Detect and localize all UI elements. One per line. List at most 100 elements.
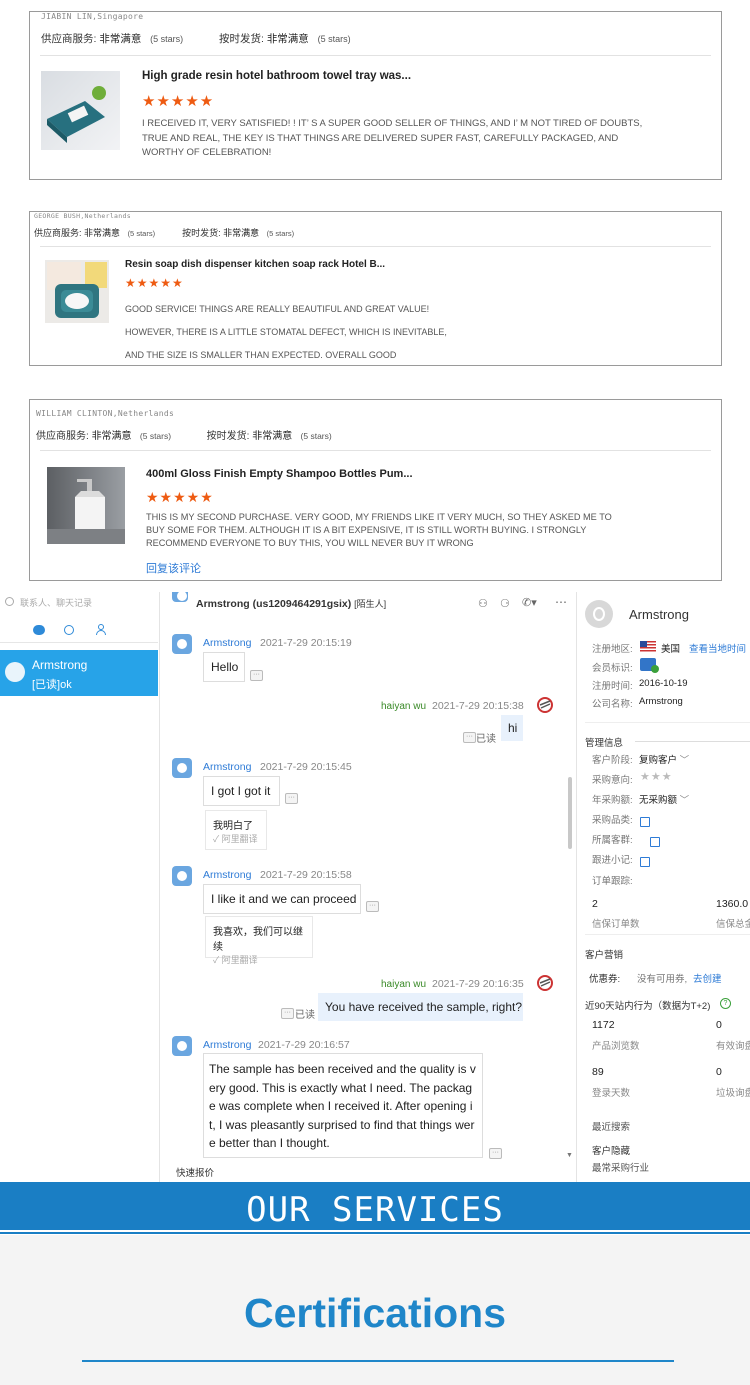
order-label: 订单跟踪: xyxy=(592,876,633,887)
coupon-label: 优惠券: xyxy=(589,974,621,985)
section-divider xyxy=(585,722,750,723)
my-avatar-icon xyxy=(537,975,553,991)
rating-summary: 供应商服务: 非常满意 (5 stars) 按时发货: 非常满意 (5 star… xyxy=(41,31,351,46)
contact-name: Armstrong xyxy=(32,658,88,672)
stage-value[interactable]: 复购客户 ﹀ xyxy=(639,752,689,766)
chat-bubble-icon[interactable] xyxy=(33,625,45,635)
message-time: 2021-7-29 20:15:58 xyxy=(260,869,352,881)
person-icon[interactable] xyxy=(96,624,106,635)
company-label: 公司名称: xyxy=(592,699,633,710)
message-bubble: Hello xyxy=(203,652,245,682)
message-text: I like it and we can proceed xyxy=(211,892,357,906)
rating-summary: 供应商服务: 非常满意 (5 stars) 按时发货: 非常满意 (5 star… xyxy=(36,427,332,442)
message-more-icon[interactable]: ··· xyxy=(281,1008,294,1019)
ship-label: 按时发货: xyxy=(218,33,264,45)
product-thumbnail[interactable] xyxy=(45,260,109,323)
review-text-line-1: GOOD SERVICE! THINGS ARE REALLY BEAUTIFU… xyxy=(125,304,430,314)
search-icon xyxy=(5,597,14,606)
company-value: Armstrong xyxy=(639,696,683,707)
avatar xyxy=(172,758,192,778)
reply-comment-link[interactable]: 回复该评论 xyxy=(146,560,201,576)
chevron-down-icon: ﹀ xyxy=(679,755,690,766)
sender-name: Armstrong xyxy=(203,869,252,881)
scroll-down-icon[interactable]: ▼ xyxy=(566,1152,573,1159)
profile-name: Armstrong xyxy=(629,607,689,622)
product-title[interactable]: Resin soap dish dispenser kitchen soap r… xyxy=(125,259,385,270)
rating-stars: ★★★★★ xyxy=(125,276,184,290)
clock-icon[interactable] xyxy=(64,625,74,635)
message-more-icon[interactable]: ··· xyxy=(366,901,379,912)
help-icon[interactable]: ? xyxy=(720,998,731,1009)
product-thumbnail[interactable] xyxy=(41,71,120,150)
intent-label: 采购意向: xyxy=(592,775,633,786)
message-more-icon[interactable]: ··· xyxy=(285,793,298,804)
edit-icon[interactable] xyxy=(640,813,650,831)
ship-stars: (5 stars) xyxy=(300,431,332,441)
translation-text: 我明白了 xyxy=(213,821,253,832)
avatar xyxy=(172,592,188,602)
more-options-icon[interactable]: ⋯ xyxy=(555,595,567,609)
edit-icon[interactable] xyxy=(650,833,660,851)
recent-search-label: 最近搜索 xyxy=(592,1122,631,1133)
add-contact-icon[interactable]: ⚇ xyxy=(478,597,488,610)
sender-name: Armstrong xyxy=(203,637,252,649)
local-time-link[interactable]: 查看当地时间 xyxy=(689,641,746,655)
review-card-2: GEORGE BUSH,Netherlands 供应商服务: 非常满意 (5 s… xyxy=(29,211,722,366)
translation-box: 我喜欢，我们可以继续 ✓ 阿里翻译 xyxy=(205,916,313,965)
rating-stars: ★★★★★ xyxy=(146,489,214,505)
message-more-icon[interactable]: ··· xyxy=(250,670,263,681)
marketing-title: 客户营销 xyxy=(585,950,624,961)
buyer-name: WILLIAM CLINTON,Netherlands xyxy=(36,409,175,418)
product-title[interactable]: High grade resin hotel bathroom towel tr… xyxy=(142,70,411,82)
translator-name: 阿里翻译 xyxy=(221,834,258,844)
intent-stars[interactable]: ★★★ xyxy=(640,770,673,783)
message-bubble: I got I got it xyxy=(203,776,280,806)
note-label: 跟进小记: xyxy=(592,855,633,866)
message-more-icon[interactable]: ··· xyxy=(489,1148,502,1159)
login-days-label: 登录天数 xyxy=(592,1088,631,1099)
services-title: OUR SERVICES xyxy=(246,1190,504,1230)
search-input[interactable]: 联系人、聊天记录 xyxy=(20,596,92,609)
contact-item-armstrong[interactable]: Armstrong [已读]ok xyxy=(0,650,158,696)
review-text-line-2: HOWEVER, THERE IS A LITTLE STOMATAL DEFE… xyxy=(125,327,447,337)
conversation-panel: Armstrong (us1209464291gsix) [陌生人] ⚇ ⚆ ✆… xyxy=(160,592,575,1182)
scrollbar[interactable] xyxy=(568,777,572,849)
message-time: 2021-7-29 20:16:57 xyxy=(258,1039,350,1051)
review-card-3: WILLIAM CLINTON,Netherlands 供应商服务: 非常满意 … xyxy=(29,399,722,581)
views-label: 产品浏览数 xyxy=(592,1041,640,1052)
message-text: The sample has been received and the qua… xyxy=(209,1062,476,1150)
header-name: Armstrong (us1209464291gsix) [陌生人] xyxy=(196,597,386,610)
product-thumbnail[interactable] xyxy=(47,467,125,544)
sender-name: haiyan wu xyxy=(381,979,427,990)
message-bubble: You have received the sample, right? xyxy=(318,993,523,1021)
amount-value: 1360.0 xyxy=(716,898,749,910)
buyer-name: JIABIN LIN,Singapore xyxy=(41,12,144,21)
stage-value-text: 复购客户 xyxy=(639,755,678,766)
message-time: 2021-7-29 20:15:19 xyxy=(260,637,352,649)
create-coupon-link[interactable]: 去创建 xyxy=(693,971,722,985)
phone-icon[interactable]: ✆▾ xyxy=(522,596,537,609)
inquiries-label: 有效询盘 xyxy=(716,1041,750,1052)
review-text: THIS IS MY SECOND PURCHASE. VERY GOOD, M… xyxy=(146,512,612,549)
avatar xyxy=(172,1036,192,1056)
conversation-header: Armstrong (us1209464291gsix) [陌生人] ⚇ ⚆ ✆… xyxy=(160,592,575,612)
edit-icon[interactable] xyxy=(640,853,650,871)
avatar xyxy=(5,662,25,682)
product-title[interactable]: 400ml Gloss Finish Empty Shampoo Bottles… xyxy=(146,468,413,480)
annual-label: 年采购额: xyxy=(592,795,633,806)
ship-stars: (5 stars) xyxy=(266,229,295,238)
views-count: 1172 xyxy=(592,1019,615,1031)
message-bubble: The sample has been received and the qua… xyxy=(203,1053,483,1158)
quick-quote-button[interactable]: 快速报价 xyxy=(176,1165,214,1179)
hidden-customer-label: 客户隐藏 xyxy=(592,1146,631,1157)
spam-count: 0 xyxy=(716,1066,722,1078)
transfer-icon[interactable]: ⚆ xyxy=(500,597,510,610)
message-more-icon[interactable]: ··· xyxy=(463,732,476,743)
annual-value[interactable]: 无采购额 ﹀ xyxy=(639,792,689,806)
service-label: 供应商服务: xyxy=(41,33,97,45)
avatar xyxy=(172,866,192,886)
read-status: 已读 xyxy=(295,1010,315,1021)
region-value: 美国 xyxy=(661,644,681,655)
search-box[interactable]: 联系人、聊天记录 xyxy=(0,596,158,612)
sender-name: haiyan wu xyxy=(381,701,427,712)
